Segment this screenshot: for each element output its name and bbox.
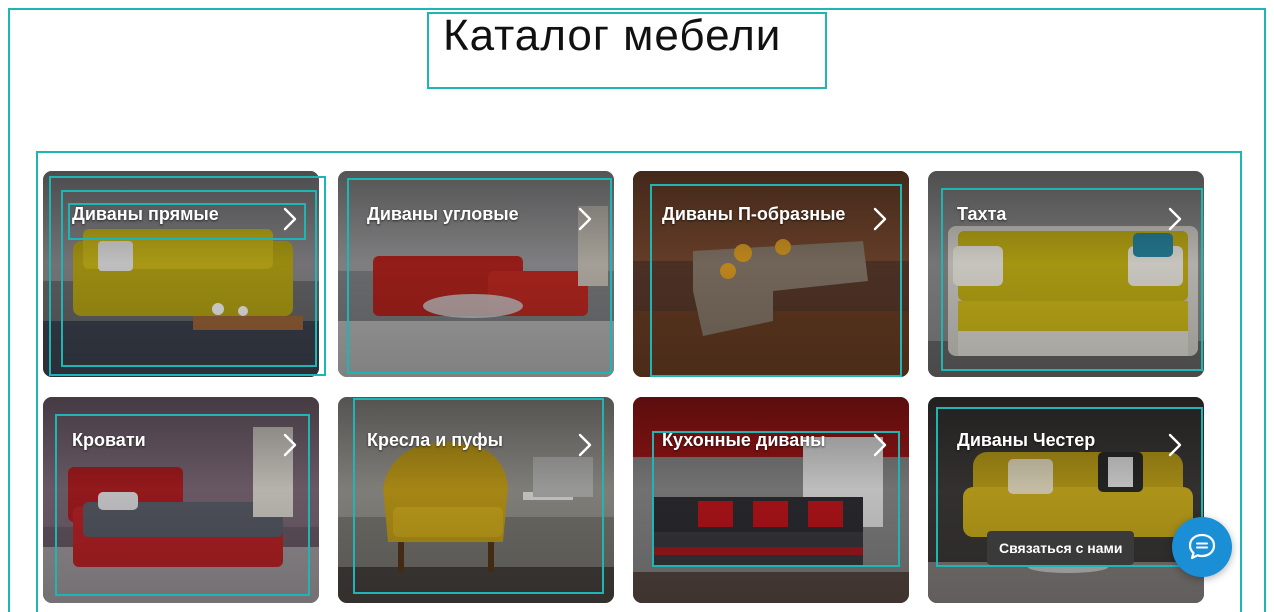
- card-label: Диваны П-образные: [662, 204, 846, 224]
- card-label: Диваны угловые: [367, 204, 519, 224]
- chevron-right-icon: [578, 207, 592, 231]
- catalog-card-chester-sofas[interactable]: Диваны Честер: [928, 397, 1204, 603]
- chevron-right-icon: [283, 433, 297, 457]
- chevron-right-icon: [873, 433, 887, 457]
- catalog-card-daybed[interactable]: Тахта: [928, 171, 1204, 377]
- chevron-right-icon: [578, 433, 592, 457]
- contact-us-badge[interactable]: Связаться с нами: [987, 531, 1135, 565]
- card-label: Кровати: [72, 430, 146, 450]
- card-label: Кухонные диваны: [662, 430, 826, 450]
- chat-bubble-icon: [1188, 533, 1216, 560]
- catalog-card-sofas-corner[interactable]: Диваны угловые: [338, 171, 614, 377]
- catalog-card-armchairs[interactable]: Кресла и пуфы: [338, 397, 614, 603]
- catalog-card-beds[interactable]: Кровати: [43, 397, 319, 603]
- card-label: Диваны прямые: [72, 204, 219, 224]
- chevron-right-icon: [283, 207, 297, 231]
- page-title: Каталог мебели: [443, 11, 782, 60]
- chevron-right-icon: [1168, 207, 1182, 231]
- card-label: Тахта: [957, 204, 1007, 224]
- catalog-card-sofas-u-shaped[interactable]: Диваны П-образные: [633, 171, 909, 377]
- catalog-card-sofas-straight[interactable]: Диваны прямые: [43, 171, 319, 377]
- chevron-right-icon: [873, 207, 887, 231]
- card-label: Кресла и пуфы: [367, 430, 504, 450]
- chevron-right-icon: [1168, 433, 1182, 457]
- card-label: Диваны Честер: [957, 430, 1096, 450]
- catalog-card-kitchen-sofas[interactable]: Кухонные диваны: [633, 397, 909, 603]
- chat-button[interactable]: [1172, 517, 1232, 577]
